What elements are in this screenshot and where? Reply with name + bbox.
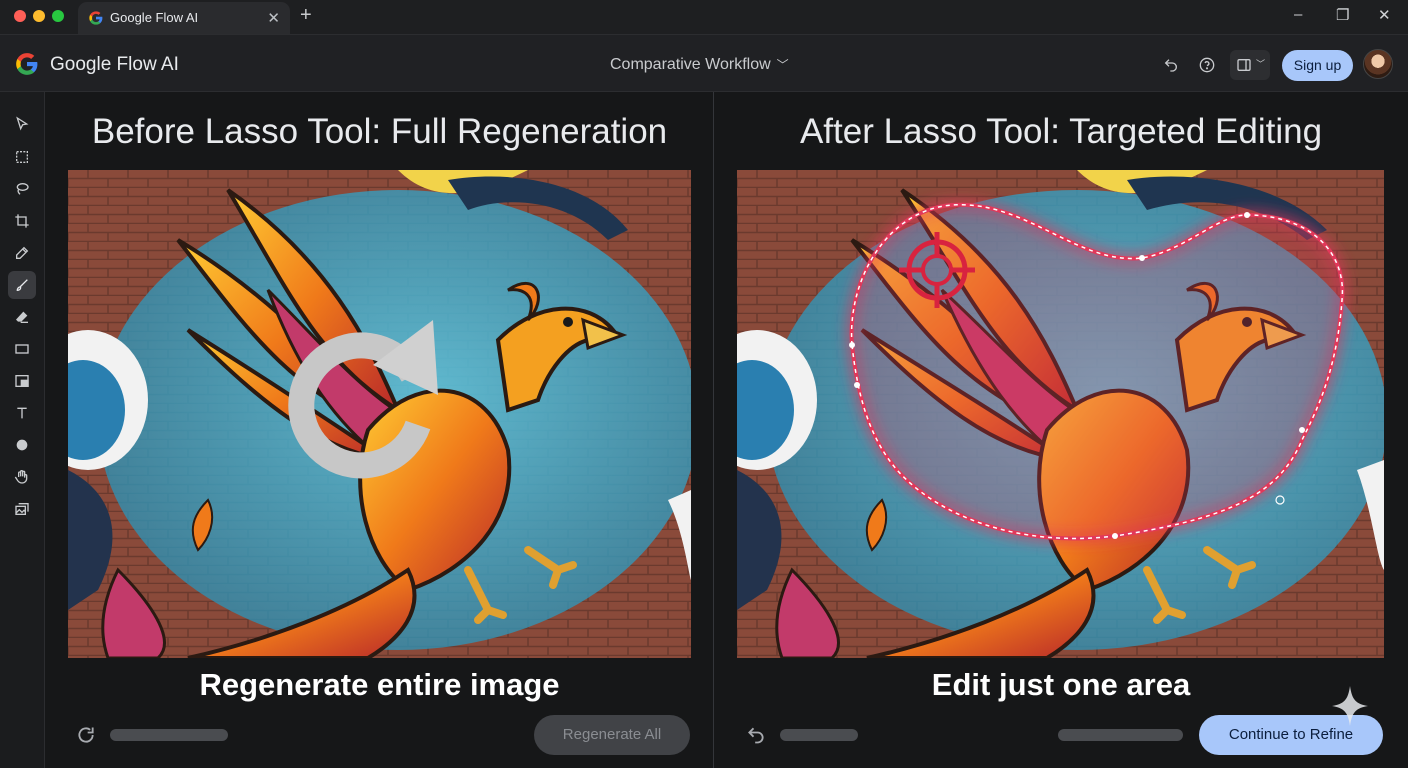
workflow-label: Comparative Workflow <box>610 56 771 73</box>
after-panel-title: After Lasso Tool: Targeted Editing <box>799 112 1323 151</box>
brush-icon <box>16 279 28 292</box>
crosshair-target-icon <box>899 232 975 308</box>
image-stack-icon <box>15 503 29 515</box>
workflow-dropdown[interactable]: Comparative Workflow ﹀ <box>610 56 789 74</box>
minimize-window-dot[interactable] <box>33 10 45 22</box>
image-stack-tool[interactable] <box>8 495 36 523</box>
layers-icon <box>15 375 29 387</box>
brush-tool[interactable] <box>8 271 36 299</box>
chevron-down-icon: ﹀ <box>1256 59 1266 69</box>
minimize-icon[interactable]: – <box>1294 6 1302 23</box>
close-window-dot[interactable] <box>14 10 26 22</box>
layout-toggle-button[interactable]: ﹀ <box>1230 50 1270 80</box>
maximize-window-dot[interactable] <box>52 10 64 22</box>
lasso-tool[interactable] <box>8 175 36 203</box>
rectangle-icon <box>15 344 29 354</box>
after-panel: After Lasso Tool: Targeted Editing Edit … <box>714 92 1408 768</box>
undo-icon[interactable] <box>746 725 766 745</box>
rectangle-tool[interactable] <box>8 335 36 363</box>
layout-toggle-icon <box>1237 59 1251 71</box>
circle-tool[interactable] <box>8 431 36 459</box>
lasso-icon <box>16 183 29 195</box>
regenerate-overlay-icon <box>288 320 438 479</box>
undo-icon[interactable] <box>1163 57 1179 73</box>
layers-tool[interactable] <box>8 367 36 395</box>
progress-placeholder <box>110 729 228 741</box>
before-panel: Before Lasso Tool: Full Regeneration Reg… <box>46 92 713 768</box>
app-header: Google Flow AI Comparative Workflow ﹀ ﹀ S… <box>0 34 1408 92</box>
pointer-arrow-icon <box>16 116 29 131</box>
tab-close-icon[interactable]: ✕ <box>267 9 280 27</box>
phoenix-graffiti-image-after[interactable] <box>737 170 1384 658</box>
select-tool[interactable] <box>8 110 36 138</box>
eraser-tool[interactable] <box>8 303 36 331</box>
eyedropper-tool[interactable] <box>8 239 36 267</box>
sparkle-icon <box>1332 686 1368 726</box>
hand-icon <box>14 470 28 484</box>
tab-title: Google Flow AI <box>110 10 199 25</box>
sign-up-button[interactable]: Sign up <box>1282 50 1353 81</box>
browser-tab-bar: Google Flow AI ✕ + – ❐ ✕ <box>0 0 1408 34</box>
progress-placeholder <box>1058 729 1183 741</box>
regenerate-all-button[interactable]: Regenerate All <box>534 715 690 755</box>
tool-rail <box>0 92 45 768</box>
after-caption: Edit just one area <box>931 667 1191 702</box>
marquee-tool[interactable] <box>8 143 36 171</box>
progress-placeholder <box>780 729 858 741</box>
text-icon <box>17 407 27 419</box>
text-tool[interactable] <box>8 399 36 427</box>
eyedropper-icon <box>16 246 29 259</box>
marquee-icon <box>16 151 28 163</box>
app-title: Google Flow AI <box>50 54 179 75</box>
window-close-icon[interactable]: ✕ <box>1378 6 1391 24</box>
crop-icon <box>15 214 29 228</box>
circle-icon <box>16 439 28 451</box>
eraser-icon <box>16 311 28 323</box>
browser-tab[interactable]: Google Flow AI ✕ <box>78 2 290 34</box>
restore-icon[interactable]: ❐ <box>1336 6 1349 24</box>
crop-tool[interactable] <box>8 207 36 235</box>
lasso-selection[interactable] <box>737 170 1384 658</box>
new-tab-icon[interactable]: + <box>300 4 312 27</box>
before-panel-title: Before Lasso Tool: Full Regeneration <box>91 112 668 151</box>
chevron-down-icon: ﹀ <box>776 58 789 72</box>
before-caption: Regenerate entire image <box>199 667 560 702</box>
avatar[interactable] <box>1363 49 1393 79</box>
phoenix-graffiti-image-before[interactable] <box>68 170 691 658</box>
hand-tool[interactable] <box>8 463 36 491</box>
help-icon[interactable] <box>1199 57 1215 73</box>
refresh-icon[interactable] <box>76 725 96 745</box>
google-logo-icon[interactable] <box>14 51 40 77</box>
google-favicon-icon <box>89 11 103 25</box>
